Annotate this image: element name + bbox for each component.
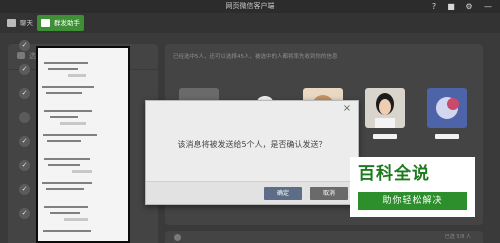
check-icon[interactable]: ✓	[19, 160, 30, 171]
nav-broadcast-assistant[interactable]: 群发助手	[37, 15, 84, 31]
help-icon[interactable]: ?	[426, 0, 442, 13]
check-icon[interactable]: ✓	[19, 208, 30, 219]
gear-icon[interactable]: ⚙	[461, 0, 477, 13]
confirm-dialog: × 该消息将被发送给5个人，是否确认发送？ 确定 取消	[145, 100, 359, 205]
dialog-footer: 确定 取消	[146, 181, 358, 204]
watermark-logo: 百科全说	[358, 164, 430, 184]
emoji-icon[interactable]	[174, 234, 181, 241]
redaction-scribble	[42, 62, 97, 232]
cancel-button[interactable]: 取消	[310, 187, 348, 200]
broadcast-icon	[41, 19, 50, 27]
check-icon[interactable]: ✓	[19, 184, 30, 195]
compose-bar: 已选 5/8 人	[165, 231, 483, 243]
confirm-button[interactable]: 确定	[264, 187, 302, 200]
minimize-icon[interactable]: —	[480, 0, 496, 13]
chat-bubble-icon[interactable]: ■	[443, 0, 459, 13]
window-title: 网页微信客户端	[225, 2, 275, 10]
nav-chat[interactable]: 聊天	[3, 15, 37, 31]
avatar-image	[427, 88, 467, 128]
selected-count: 已选 5/8 人	[444, 234, 471, 240]
check-icon[interactable]: ✓	[19, 136, 30, 147]
redacted-contact-list	[36, 46, 130, 243]
nav-chat-label: 聊天	[20, 19, 33, 27]
confirm-message: 该消息将被发送给5个人，是否确认发送？	[177, 140, 327, 149]
watermark-subtitle: 助你轻松解决	[358, 192, 467, 210]
avatar[interactable]	[365, 88, 405, 128]
toolbar: 聊天 群发助手	[0, 13, 500, 33]
check-icon[interactable]	[19, 112, 30, 123]
selected-header: 已经选中5人，还可以选择45人，被选中的人都将率先收到你的信息	[173, 54, 338, 60]
check-icon[interactable]: ✓	[19, 64, 30, 75]
watermark: 百科全说 助你轻松解决	[350, 157, 475, 217]
close-icon[interactable]: ×	[341, 103, 353, 115]
speech-bubble-icon	[17, 52, 25, 59]
chat-icon	[7, 19, 16, 27]
check-icon[interactable]: ✓	[19, 88, 30, 99]
avatar-image	[365, 88, 405, 128]
title-bar: 网页微信客户端 ? ■ ⚙ —	[0, 0, 500, 13]
nav-broadcast-label: 群发助手	[54, 19, 80, 27]
check-icon[interactable]: ✓	[19, 40, 30, 51]
avatar[interactable]	[427, 88, 467, 128]
avatar-name-redacted	[373, 134, 397, 139]
avatar-name-redacted	[435, 134, 459, 139]
